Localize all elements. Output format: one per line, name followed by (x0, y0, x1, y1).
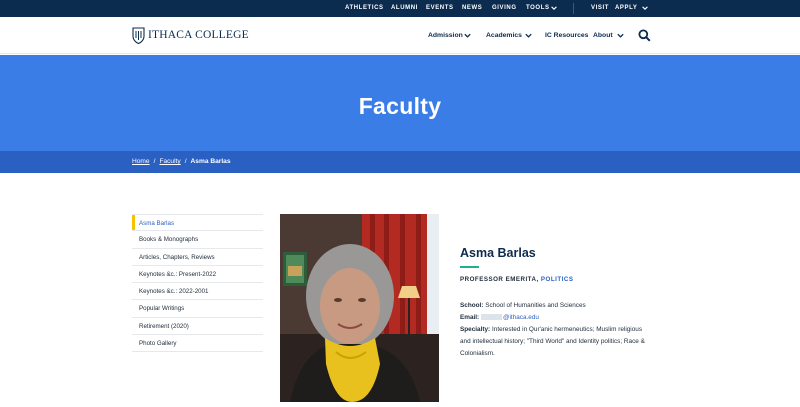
faculty-position: PROFESSOR EMERITA, (460, 276, 539, 283)
specialty-label: Specialty: (460, 326, 491, 333)
faculty-department-link[interactable]: POLITICS (541, 276, 574, 283)
sidebar-item-keynotes-2022-2001[interactable]: Keynotes &c.: 2022-2001 (132, 283, 263, 301)
breadcrumb-separator: / (153, 158, 156, 165)
logo-text: ITHACA COLLEGE (148, 29, 249, 41)
sidebar-item-keynotes-present-2022[interactable]: Keynotes &c.: Present-2022 (132, 266, 263, 284)
email-label: Email: (460, 314, 480, 321)
breadcrumb-faculty[interactable]: Faculty (159, 158, 180, 165)
sidebar-item-articles-chapters-reviews[interactable]: Articles, Chapters, Reviews (132, 249, 263, 266)
utility-link-giving[interactable]: GIVING (492, 0, 517, 17)
sidebar-item-popular-writings[interactable]: Popular Writings (132, 300, 263, 318)
hero-banner: Faculty (0, 55, 800, 151)
utility-bar: ATHLETICS ALUMNI EVENTS NEWS GIVING TOOL… (0, 0, 800, 17)
college-logo[interactable]: ITHACA COLLEGE (132, 26, 249, 44)
faculty-details: School: School of Humanities and Science… (460, 300, 650, 360)
school-label: School: (460, 302, 484, 309)
name-underline-accent (460, 266, 479, 268)
email-redaction (480, 314, 502, 320)
portrait-illustration (280, 214, 439, 402)
admission-chevron-down-icon[interactable] (463, 31, 472, 40)
utility-link-apply[interactable]: APPLY (615, 0, 637, 17)
faculty-profile: Asma Barlas PROFESSOR EMERITA, POLITICS … (460, 246, 650, 360)
nav-academics[interactable]: Academics (486, 30, 522, 42)
specialty-row: Specialty: Interested in Qur'anic hermen… (460, 324, 650, 360)
breadcrumb-home[interactable]: Home (132, 158, 150, 165)
main-header: ITHACA COLLEGE Admission Academics IC Re… (0, 17, 800, 54)
sidebar-item-retirement[interactable]: Retirement (2020) (132, 318, 263, 336)
school-row: School: School of Humanities and Science… (460, 300, 650, 312)
nav-admission[interactable]: Admission (428, 30, 463, 42)
sidebar-nav: Asma Barlas Books & Monographs Articles,… (132, 214, 263, 353)
breadcrumb-current: Asma Barlas (190, 158, 231, 165)
faculty-portrait-photo (280, 214, 439, 402)
sidebar-item-books-monographs[interactable]: Books & Monographs (132, 231, 263, 249)
utility-link-visit[interactable]: VISIT (591, 0, 609, 17)
faculty-name: Asma Barlas (460, 246, 536, 260)
nav-ic-resources[interactable]: IC Resources (545, 30, 588, 42)
faculty-title: PROFESSOR EMERITA, POLITICS (460, 276, 650, 283)
shield-icon (132, 26, 145, 44)
breadcrumb-separator: / (184, 158, 187, 165)
utility-divider (573, 3, 574, 14)
about-chevron-down-icon[interactable] (616, 31, 625, 40)
tools-chevron-down-icon[interactable] (550, 4, 558, 12)
search-icon[interactable] (638, 29, 651, 42)
breadcrumb: Home / Faculty / Asma Barlas (132, 151, 231, 173)
utility-link-tools[interactable]: TOOLS (526, 0, 550, 17)
nav-about[interactable]: About (593, 30, 613, 42)
school-value: School of Humanities and Sciences (485, 302, 586, 309)
sidebar-item-asma-barlas[interactable]: Asma Barlas (132, 214, 263, 232)
utility-link-news[interactable]: NEWS (462, 0, 482, 17)
sidebar-item-photo-gallery[interactable]: Photo Gallery (132, 335, 263, 353)
utility-link-events[interactable]: EVENTS (426, 0, 454, 17)
academics-chevron-down-icon[interactable] (524, 31, 533, 40)
email-row: Email: @ithaca.edu (460, 312, 650, 324)
page-title: Faculty (358, 93, 442, 119)
email-link[interactable]: @ithaca.edu (503, 314, 539, 321)
utility-link-athletics[interactable]: ATHLETICS (345, 0, 384, 17)
utility-link-alumni[interactable]: ALUMNI (391, 0, 418, 17)
breadcrumb-bar: Home / Faculty / Asma Barlas (0, 151, 800, 173)
apply-chevron-down-icon[interactable] (641, 4, 649, 12)
